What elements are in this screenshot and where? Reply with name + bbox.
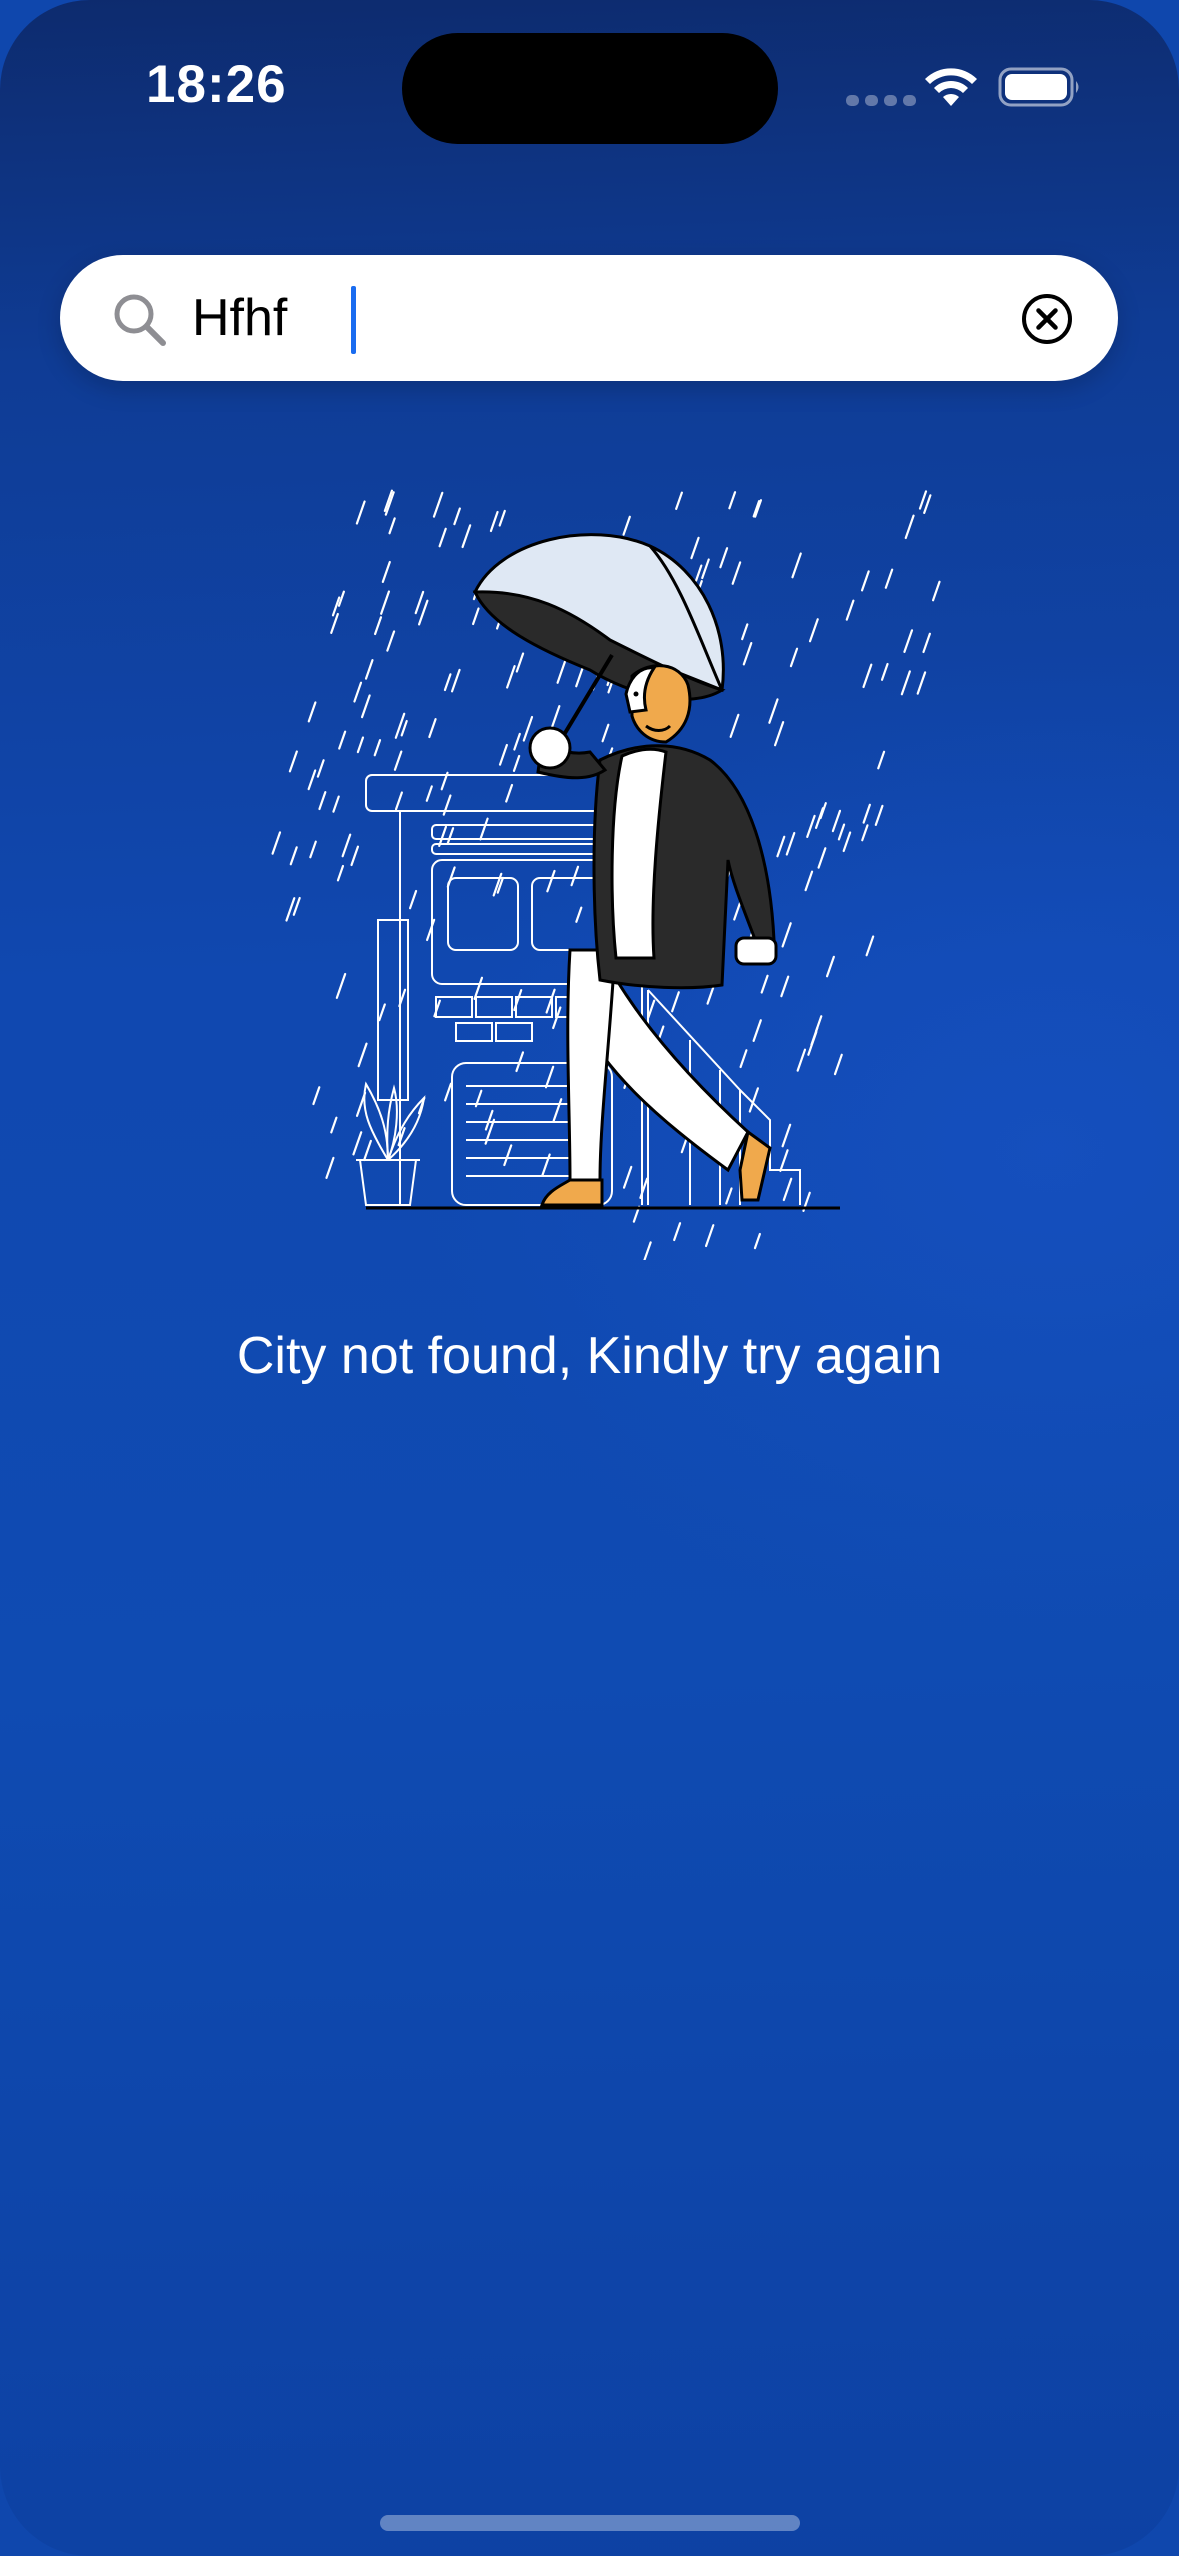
man-with-umbrella-in-rain xyxy=(271,489,941,1260)
dynamic-island xyxy=(402,33,778,144)
city-not-found-message: City not found, Kindly try again xyxy=(236,1327,943,1385)
search-input[interactable]: Hfhf xyxy=(192,287,287,349)
status-time: 18:26 xyxy=(146,55,287,114)
home-indicator[interactable] xyxy=(380,2515,800,2531)
text-cursor xyxy=(351,286,356,354)
battery-icon xyxy=(998,67,1079,107)
cellular-signal-icon xyxy=(846,95,916,106)
wifi-icon xyxy=(925,68,977,106)
search-icon xyxy=(114,294,166,346)
app-screen: 18:26 Hfhf City not found, Kindly try ag… xyxy=(0,0,1179,2556)
clear-circle-x-icon[interactable] xyxy=(1015,287,1079,351)
search-bar[interactable]: Hfhf xyxy=(60,255,1118,381)
person-walking xyxy=(528,664,778,1207)
